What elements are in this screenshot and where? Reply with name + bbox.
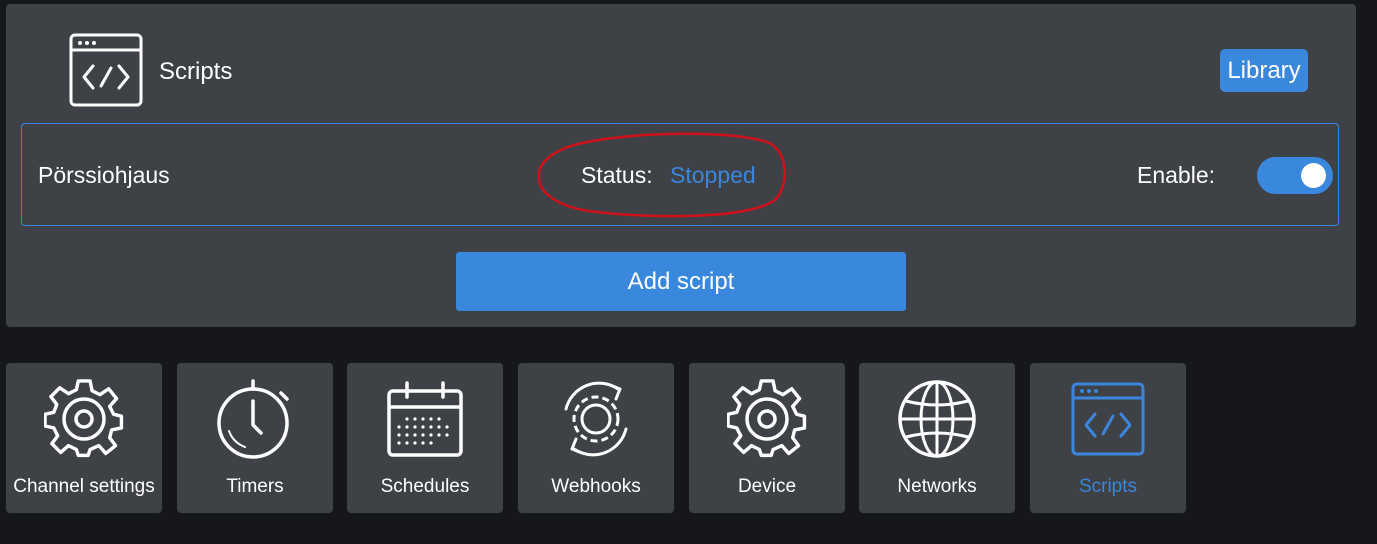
- script-row[interactable]: Pörssiohjaus Status: Stopped Enable:: [21, 123, 1339, 226]
- nav-networks[interactable]: Networks: [859, 363, 1015, 513]
- nav-label: Device: [737, 476, 797, 497]
- nav-label: Webhooks: [551, 476, 641, 497]
- nav-scripts[interactable]: Scripts: [1030, 363, 1186, 513]
- add-script-button[interactable]: Add script: [456, 252, 906, 311]
- nav-label: Timers: [226, 476, 284, 497]
- code-window-icon: [69, 33, 143, 107]
- status-label: Status:: [581, 162, 653, 188]
- enable-label: Enable:: [1137, 162, 1216, 188]
- toggle-knob: [1301, 163, 1326, 188]
- page-title: Scripts: [159, 58, 233, 85]
- code-window-icon: [1071, 382, 1145, 456]
- nav-timers[interactable]: Timers: [177, 363, 333, 513]
- nav-label: Schedules: [380, 476, 470, 497]
- nav-webhooks[interactable]: Webhooks: [518, 363, 674, 513]
- nav-label: Channel settings: [13, 476, 155, 497]
- webhook-gear-icon: [564, 381, 628, 457]
- library-button[interactable]: Library: [1220, 49, 1308, 92]
- nav-device[interactable]: Device: [689, 363, 845, 513]
- nav-channel-settings[interactable]: Channel settings: [6, 363, 162, 513]
- enable-toggle[interactable]: [1257, 157, 1333, 194]
- scripts-panel: Scripts Library Pörssiohjaus Status: Sto…: [6, 4, 1356, 327]
- globe-icon: [898, 380, 976, 458]
- nav-label: Networks: [897, 476, 977, 497]
- stopwatch-icon: [217, 379, 289, 459]
- status-value: Stopped: [670, 162, 756, 188]
- nav-schedules[interactable]: Schedules: [347, 363, 503, 513]
- calendar-icon: [387, 381, 463, 457]
- script-name: Pörssiohjaus: [38, 162, 170, 188]
- gear-icon: [727, 379, 807, 458]
- gear-icon: [44, 379, 124, 458]
- nav-label: Scripts: [1078, 476, 1138, 497]
